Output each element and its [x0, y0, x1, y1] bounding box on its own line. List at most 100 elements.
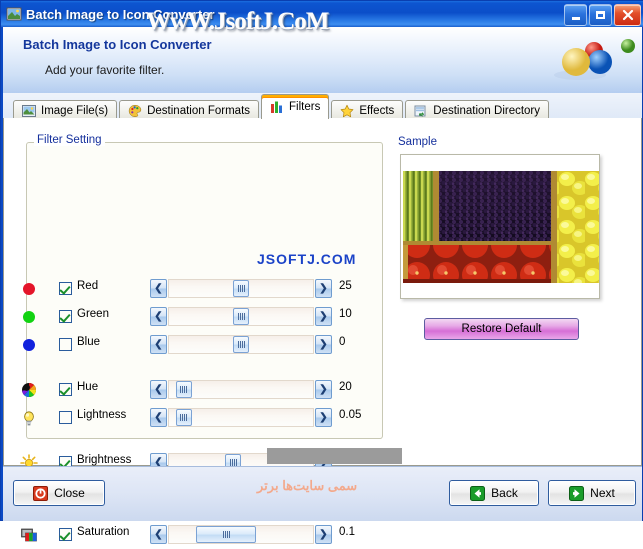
filter-row-hue: Hue ❮ ❯ 20 — [4, 379, 641, 401]
slider-red[interactable]: ❮ ❯ — [150, 279, 332, 298]
slider-hue[interactable]: ❮ ❯ — [150, 380, 332, 399]
tab-filters[interactable]: Filters — [261, 94, 330, 119]
slider-thumb[interactable] — [233, 308, 249, 325]
tab-label: Destination Formats — [147, 105, 251, 117]
restore-default-button[interactable]: Restore Default — [424, 318, 579, 340]
slider-saturation[interactable]: ❮ ❯ — [150, 525, 332, 544]
star-icon — [340, 104, 354, 118]
arrow-left-icon — [470, 485, 486, 501]
header-banner: Batch Image to Icon Converter Add your f… — [3, 27, 642, 94]
grip-icon — [237, 341, 245, 348]
grip-icon — [237, 313, 245, 320]
filter-label-green: Green — [77, 308, 109, 320]
slider-green[interactable]: ❮ ❯ — [150, 307, 332, 326]
picture-icon — [22, 104, 36, 118]
maximize-icon — [596, 11, 605, 19]
close-button[interactable]: Close — [13, 480, 105, 506]
slider-blue[interactable]: ❮ ❯ — [150, 335, 332, 354]
slider-thumb[interactable] — [196, 526, 257, 543]
app-icon — [6, 6, 22, 22]
grip-icon — [237, 285, 245, 292]
green-dot-icon — [20, 308, 38, 326]
blue-dot-icon — [20, 336, 38, 354]
minimize-icon — [571, 16, 580, 20]
title-bar: Batch Image to Icon Converter — [1, 1, 643, 27]
slider-decrement-button[interactable]: ❮ — [150, 380, 167, 399]
slider-lightness[interactable]: ❮ ❯ — [150, 408, 332, 427]
filter-row-saturation: Saturation ❮ ❯ 0.1 — [4, 524, 641, 546]
footer-bar: Close Back Next — [3, 466, 642, 521]
filter-value-hue: 20 — [339, 381, 352, 393]
checkbox-blue[interactable] — [59, 338, 72, 351]
checkbox-hue[interactable] — [59, 383, 72, 396]
slider-decrement-button[interactable]: ❮ — [150, 279, 167, 298]
window-title: Batch Image to Icon Converter — [26, 6, 215, 22]
filter-value-green: 10 — [339, 308, 352, 320]
window-controls — [564, 4, 641, 26]
checkbox-lightness[interactable] — [59, 411, 72, 424]
tab-label: Destination Directory — [433, 105, 541, 117]
slider-thumb[interactable] — [175, 381, 192, 398]
checkbox-saturation[interactable] — [59, 528, 72, 541]
slider-increment-button[interactable]: ❯ — [315, 307, 332, 326]
grip-icon — [180, 414, 188, 421]
filter-row-lightness: Lightness ❮ ❯ 0.05 — [4, 407, 641, 429]
stop-icon — [33, 485, 49, 501]
banner-title: Batch Image to Icon Converter — [23, 37, 212, 52]
close-button-label: Close — [54, 486, 85, 500]
checkbox-green[interactable] — [59, 310, 72, 323]
arrow-right-icon — [569, 485, 585, 501]
palette-icon — [128, 104, 142, 118]
folder-go-icon — [414, 104, 428, 118]
back-button[interactable]: Back — [449, 480, 539, 506]
filter-label-saturation: Saturation — [77, 526, 130, 538]
tab-content-filters: Filter Setting Red ❮ ❯ 25 Green ❮ ❯ 10 Blue ❮ ❯ 0 Hu… — [3, 118, 642, 544]
grey-overlay-bar — [267, 448, 402, 464]
tab-strip: Image File(s) Destination Formats Filter… — [3, 93, 642, 121]
fruit-market-sample-image — [403, 171, 599, 283]
maximize-button[interactable] — [589, 4, 612, 26]
filter-label-red: Red — [77, 280, 99, 292]
minimize-button[interactable] — [564, 4, 587, 26]
tab-label: Effects — [359, 105, 395, 117]
sample-label: Sample — [398, 136, 437, 148]
filter-label-brightness: Brightness — [77, 454, 132, 466]
grip-icon — [229, 459, 237, 466]
slider-increment-button[interactable]: ❯ — [315, 408, 332, 427]
slider-increment-button[interactable]: ❯ — [315, 380, 332, 399]
tab-label: Filters — [289, 101, 321, 113]
slider-increment-button[interactable]: ❯ — [315, 335, 332, 354]
grip-icon — [222, 531, 230, 538]
slider-thumb[interactable] — [233, 280, 249, 297]
sample-preview-box — [400, 154, 600, 299]
filter-label-hue: Hue — [77, 381, 99, 393]
checkbox-red[interactable] — [59, 282, 72, 295]
slider-decrement-button[interactable]: ❮ — [150, 525, 167, 544]
slider-thumb[interactable] — [175, 409, 192, 426]
slider-increment-button[interactable]: ❯ — [315, 525, 332, 544]
spheres-logo-icon — [542, 29, 638, 91]
banner-subtitle: Add your favorite filter. — [45, 63, 165, 77]
filter-label-blue: Blue — [77, 336, 101, 348]
close-icon — [622, 9, 633, 21]
slider-increment-button[interactable]: ❯ — [315, 279, 332, 298]
next-button[interactable]: Next — [548, 480, 636, 506]
grip-icon — [180, 386, 188, 393]
close-window-button[interactable] — [614, 4, 641, 26]
application-window: Batch Image to Icon Converter Batch Imag… — [0, 0, 643, 544]
tab-label: Image File(s) — [41, 105, 109, 117]
slider-thumb[interactable] — [233, 336, 249, 353]
slider-decrement-button[interactable]: ❮ — [150, 408, 167, 427]
restore-default-label: Restore Default — [461, 323, 542, 335]
lightbulb-icon — [20, 409, 38, 427]
back-button-label: Back — [491, 486, 518, 500]
filter-value-saturation: 0.1 — [339, 526, 355, 538]
slider-decrement-button[interactable]: ❮ — [150, 335, 167, 354]
layers-icon — [20, 526, 38, 544]
filter-value-lightness: 0.05 — [339, 409, 362, 421]
filter-value-red: 25 — [339, 280, 352, 292]
slider-decrement-button[interactable]: ❮ — [150, 307, 167, 326]
color-wheel-icon — [20, 381, 38, 399]
next-button-label: Next — [590, 486, 615, 500]
bars-icon — [270, 100, 284, 114]
